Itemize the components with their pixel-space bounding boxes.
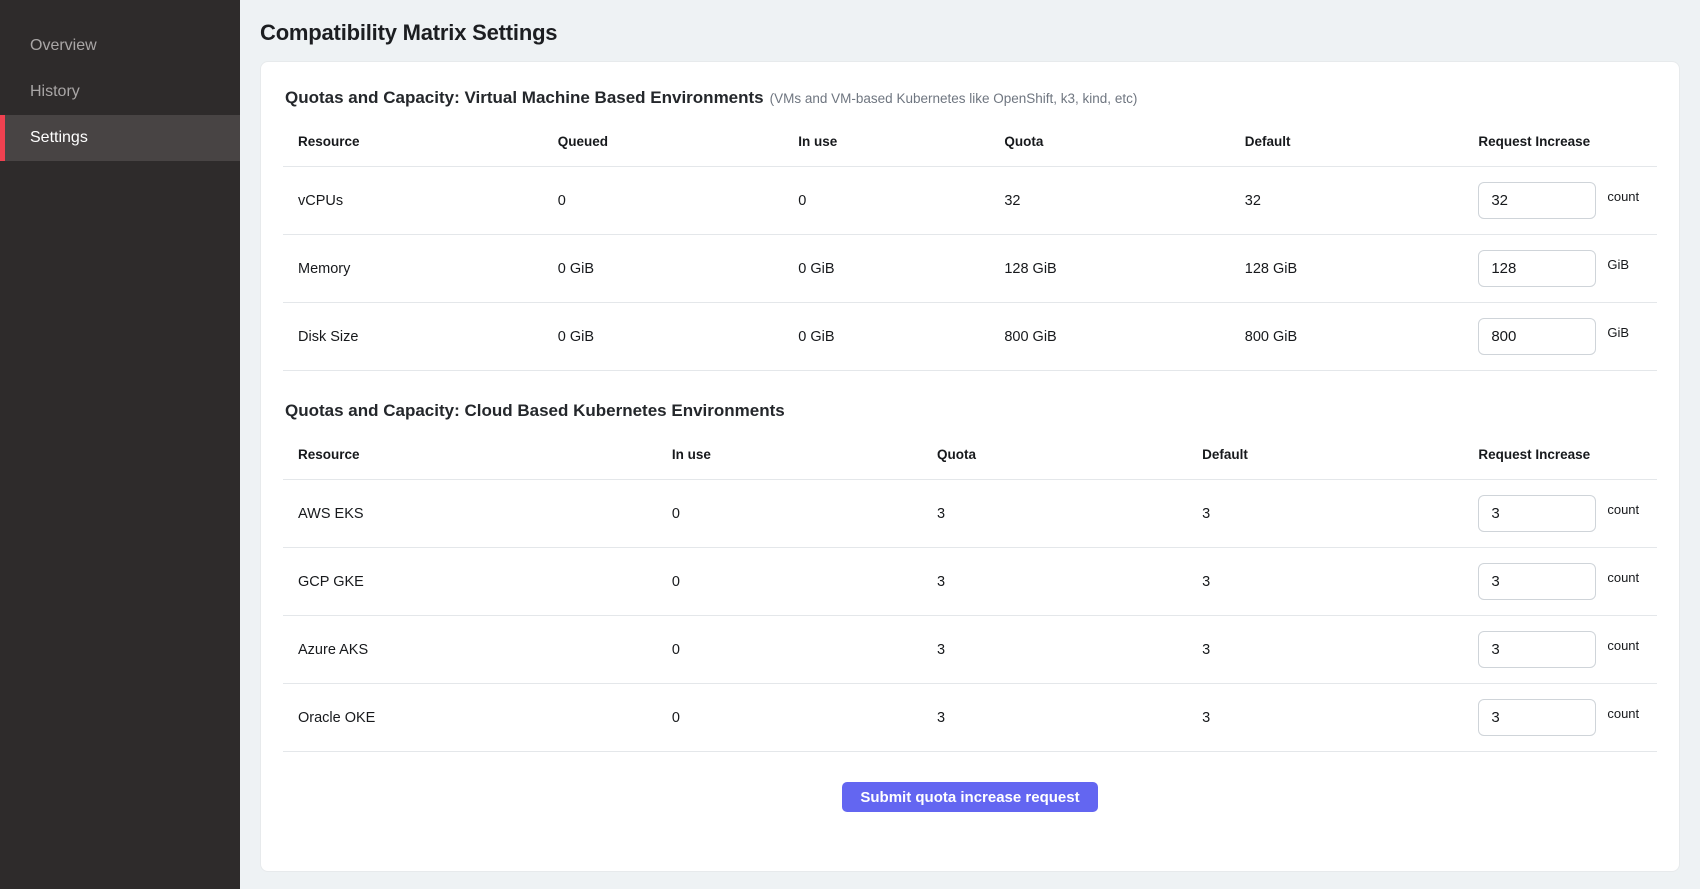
column-header-default: Default [1245,122,1479,167]
request-increase-input-vcpus[interactable] [1478,182,1596,219]
column-header-resource: Resource [283,122,558,167]
resource-cell: AWS EKS [283,480,672,548]
table-row-memory: Memory 0 GiB 0 GiB 128 GiB 128 GiB GiB [283,235,1657,303]
quota-cell: 3 [937,616,1202,684]
column-header-default: Default [1202,435,1478,480]
request-increase-input-aws-eks[interactable] [1478,495,1596,532]
quota-cell: 3 [937,480,1202,548]
column-header-request-increase: Request Increase [1478,122,1657,167]
in-use-cell: 0 [672,548,937,616]
cloud-table-header-row: Resource In use Quota Default Request In… [283,435,1657,480]
unit-label: count [1607,189,1639,204]
unit-label: GiB [1607,257,1629,272]
default-cell: 128 GiB [1245,235,1479,303]
unit-label: count [1607,570,1639,585]
sidebar-item-settings[interactable]: Settings [0,115,240,161]
quota-cell: 3 [937,684,1202,752]
in-use-cell: 0 GiB [798,303,1004,371]
table-row-oracle-oke: Oracle OKE 0 3 3 count [283,684,1657,752]
unit-label: GiB [1607,325,1629,340]
request-increase-input-disk-size[interactable] [1478,318,1596,355]
vm-quota-table: Resource Queued In use Quota Default Req… [283,122,1657,371]
page-title: Compatibility Matrix Settings [260,20,1680,46]
default-cell: 3 [1202,684,1478,752]
request-increase-input-azure-aks[interactable] [1478,631,1596,668]
in-use-cell: 0 [798,167,1004,235]
table-row-vcpus: vCPUs 0 0 32 32 count [283,167,1657,235]
default-cell: 32 [1245,167,1479,235]
in-use-cell: 0 [672,480,937,548]
column-header-queued: Queued [558,122,798,167]
settings-card: Quotas and Capacity: Virtual Machine Bas… [260,61,1680,872]
column-header-quota: Quota [1004,122,1244,167]
in-use-cell: 0 [672,684,937,752]
resource-cell: Oracle OKE [283,684,672,752]
resource-cell: vCPUs [283,167,558,235]
sidebar-item-overview[interactable]: Overview [0,23,240,69]
queued-cell: 0 GiB [558,235,798,303]
in-use-cell: 0 GiB [798,235,1004,303]
submit-button-row: Submit quota increase request [283,782,1657,812]
sidebar-item-label: Overview [30,37,97,55]
quota-cell: 32 [1004,167,1244,235]
column-header-in-use: In use [672,435,937,480]
table-row-aws-eks: AWS EKS 0 3 3 count [283,480,1657,548]
quota-cell: 800 GiB [1004,303,1244,371]
default-cell: 3 [1202,616,1478,684]
unit-label: count [1607,706,1639,721]
column-header-request-increase: Request Increase [1478,435,1657,480]
request-increase-input-memory[interactable] [1478,250,1596,287]
request-increase-input-gcp-gke[interactable] [1478,563,1596,600]
request-increase-input-oracle-oke[interactable] [1478,699,1596,736]
sidebar-item-label: History [30,83,80,101]
cloud-quota-table: Resource In use Quota Default Request In… [283,435,1657,752]
cloud-section-title: Quotas and Capacity: Cloud Based Kuberne… [283,401,1657,421]
default-cell: 3 [1202,548,1478,616]
vm-section-heading: Quotas and Capacity: Virtual Machine Bas… [283,88,1657,108]
resource-cell: GCP GKE [283,548,672,616]
quota-cell: 3 [937,548,1202,616]
sidebar-item-label: Settings [30,129,88,147]
quota-cell: 128 GiB [1004,235,1244,303]
default-cell: 3 [1202,480,1478,548]
queued-cell: 0 GiB [558,303,798,371]
vm-section-title: Quotas and Capacity: Virtual Machine Bas… [283,88,764,107]
resource-cell: Disk Size [283,303,558,371]
column-header-in-use: In use [798,122,1004,167]
sidebar: Overview History Settings [0,0,240,889]
vm-section-subtitle: (VMs and VM-based Kubernetes like OpenSh… [770,91,1138,106]
resource-cell: Azure AKS [283,616,672,684]
queued-cell: 0 [558,167,798,235]
unit-label: count [1607,502,1639,517]
column-header-quota: Quota [937,435,1202,480]
submit-quota-increase-button[interactable]: Submit quota increase request [842,782,1097,812]
sidebar-item-history[interactable]: History [0,69,240,115]
column-header-resource: Resource [283,435,672,480]
table-row-disk-size: Disk Size 0 GiB 0 GiB 800 GiB 800 GiB Gi… [283,303,1657,371]
resource-cell: Memory [283,235,558,303]
in-use-cell: 0 [672,616,937,684]
table-row-gcp-gke: GCP GKE 0 3 3 count [283,548,1657,616]
vm-table-header-row: Resource Queued In use Quota Default Req… [283,122,1657,167]
default-cell: 800 GiB [1245,303,1479,371]
table-row-azure-aks: Azure AKS 0 3 3 count [283,616,1657,684]
unit-label: count [1607,638,1639,653]
main-content: Compatibility Matrix Settings Quotas and… [240,0,1700,889]
